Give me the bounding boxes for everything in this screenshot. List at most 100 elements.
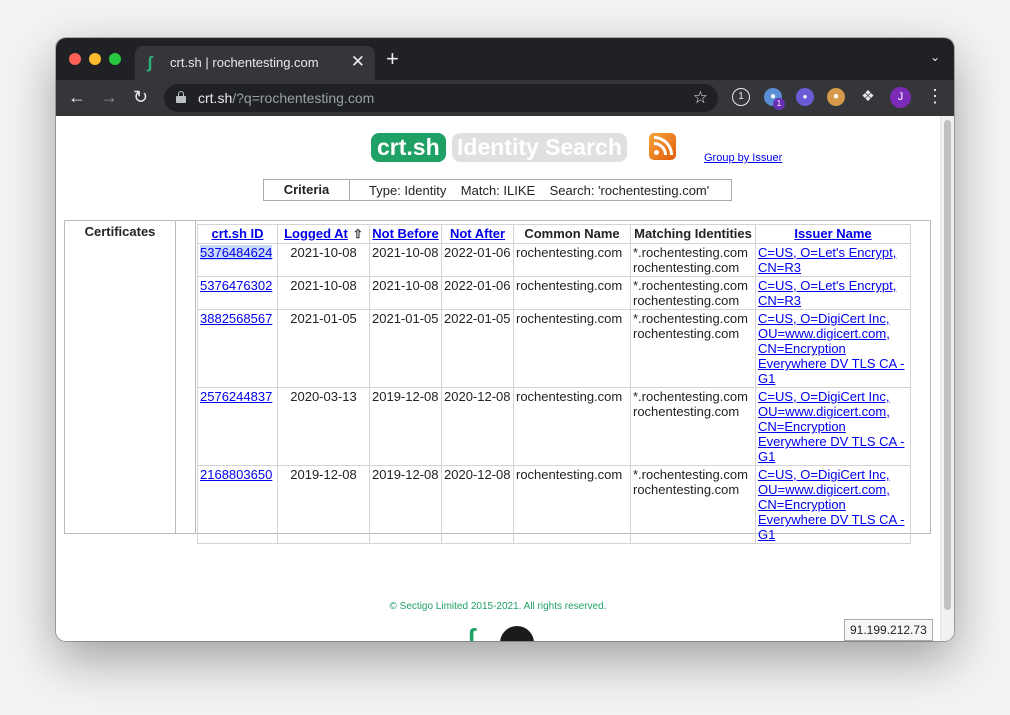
cell-matching-identities: *.rochentesting.com rochentesting.com: [630, 309, 756, 388]
extensions-puzzle-icon[interactable]: ❖: [859, 88, 877, 106]
identity-value: rochentesting.com: [633, 293, 740, 308]
cell-crtsh-id: 5376476302: [197, 276, 278, 310]
certificates-section: Certificates crt.sh ID Logged At ⇧ Not Be…: [64, 220, 931, 544]
browser-window: ʃ crt.sh | rochentesting.com ✕ + ⌄ ← → ↻…: [56, 38, 954, 641]
footer-copyright: © Sectigo Limited 2015-2021. All rights …: [389, 601, 607, 612]
reload-icon[interactable]: ↻: [133, 87, 148, 107]
column-header-not-after[interactable]: Not After: [441, 224, 514, 244]
identity-value: *.rochentesting.com: [633, 311, 748, 326]
identity-value: rochentesting.com: [633, 404, 740, 419]
sort-up-icon: ⇧: [352, 227, 363, 241]
cell-crtsh-id: 5376484624: [197, 243, 278, 277]
cell-not-after: 2020-12-08: [441, 465, 514, 544]
scrollbar-thumb[interactable]: [944, 120, 951, 610]
identity-value: *.rochentesting.com: [633, 245, 748, 260]
identity-value: rochentesting.com: [633, 326, 740, 341]
browser-tab[interactable]: ʃ crt.sh | rochentesting.com ✕: [135, 46, 375, 80]
chevron-down-icon[interactable]: ⌄: [930, 50, 940, 64]
cell-common-name: rochentesting.com: [513, 243, 631, 277]
github-icon[interactable]: [500, 626, 534, 641]
url-text[interactable]: crt.sh/?q=rochentesting.com: [198, 90, 374, 106]
cell-not-after: 2020-12-08: [441, 387, 514, 466]
certificate-id-link[interactable]: 2576244837: [200, 389, 272, 404]
cell-not-before: 2021-10-08: [369, 276, 442, 310]
table-row: 2168803650 2019-12-08 2019-12-08 2020-12-08…: [197, 465, 911, 544]
kebab-menu-icon[interactable]: ⋮: [926, 86, 944, 106]
cell-matching-identities: *.rochentesting.com rochentesting.com: [630, 276, 756, 310]
minimize-window-button[interactable]: [89, 53, 101, 65]
identity-value: rochentesting.com: [633, 482, 740, 497]
column-header-logged-at[interactable]: Logged At ⇧: [277, 224, 370, 244]
onepassword-icon[interactable]: 1: [732, 88, 750, 106]
sectigo-logo-icon[interactable]: ʃ: [467, 625, 489, 641]
cell-crtsh-id: 2168803650: [197, 465, 278, 544]
star-icon[interactable]: ☆: [693, 88, 708, 108]
table-header-row: crt.sh ID Logged At ⇧ Not Before Not Afte…: [197, 224, 911, 244]
cell-matching-identities: *.rochentesting.com rochentesting.com: [630, 243, 756, 277]
cell-matching-identities: *.rochentesting.com rochentesting.com: [630, 387, 756, 466]
identity-value: *.rochentesting.com: [633, 389, 748, 404]
cell-logged-at: 2019-12-08: [277, 465, 370, 544]
client-ip-badge: 91.199.212.73: [844, 619, 933, 641]
group-by-issuer-link[interactable]: Group by Issuer: [704, 152, 782, 164]
identity-value: *.rochentesting.com: [633, 278, 748, 293]
table-row: 5376476302 2021-10-08 2021-10-08 2022-01-06…: [197, 276, 911, 310]
close-icon[interactable]: ✕: [351, 53, 365, 71]
page-content: crt.sh Identity Search Group by Issuer C…: [56, 116, 954, 641]
forward-icon[interactable]: →: [100, 87, 118, 107]
plus-icon[interactable]: +: [386, 48, 399, 70]
address-bar[interactable]: crt.sh/?q=rochentesting.com ☆: [164, 84, 718, 112]
certificate-id-link[interactable]: 3882568567: [200, 311, 272, 326]
lock-icon[interactable]: [176, 91, 186, 103]
close-window-button[interactable]: [69, 53, 81, 65]
back-icon[interactable]: ←: [68, 87, 86, 107]
column-header-issuer-name[interactable]: Issuer Name: [755, 224, 911, 244]
cell-issuer-name: C=US, O=DigiCert Inc, OU=www.digicert.co…: [755, 465, 911, 544]
cell-common-name: rochentesting.com: [513, 309, 631, 388]
column-header-matching-identities: Matching Identities: [630, 224, 756, 244]
cell-common-name: rochentesting.com: [513, 276, 631, 310]
cell-common-name: rochentesting.com: [513, 465, 631, 544]
scrollbar[interactable]: [940, 116, 954, 641]
tab-title: crt.sh | rochentesting.com: [170, 55, 319, 70]
cell-logged-at: 2021-01-05: [277, 309, 370, 388]
cell-not-before: 2019-12-08: [369, 387, 442, 466]
cell-not-after: 2022-01-06: [441, 243, 514, 277]
cell-common-name: rochentesting.com: [513, 387, 631, 466]
criteria-value: Type: Identity Match: ILIKE Search: 'roc…: [369, 183, 710, 198]
cell-logged-at: 2021-10-08: [277, 276, 370, 310]
issuer-link[interactable]: C=US, O=Let's Encrypt, CN=R3: [758, 278, 896, 308]
issuer-link[interactable]: C=US, O=DigiCert Inc, OU=www.digicert.co…: [758, 311, 904, 386]
certificate-id-link[interactable]: 2168803650: [200, 467, 272, 482]
certificate-id-link[interactable]: 5376476302: [200, 278, 272, 293]
issuer-link[interactable]: C=US, O=DigiCert Inc, OU=www.digicert.co…: [758, 467, 904, 542]
rss-icon[interactable]: [649, 133, 676, 160]
column-header-crtsh-id[interactable]: crt.sh ID: [197, 224, 278, 244]
crtsh-logo[interactable]: crt.sh: [371, 133, 446, 162]
table-row: 3882568567 2021-01-05 2021-01-05 2022-01-05…: [197, 309, 911, 388]
url-path: /?q=rochentesting.com: [232, 90, 375, 106]
maximize-window-button[interactable]: [109, 53, 121, 65]
certificate-id-link[interactable]: 5376484624: [200, 245, 273, 260]
cell-issuer-name: C=US, O=Let's Encrypt, CN=R3: [755, 276, 911, 310]
page-title: Identity Search: [452, 133, 627, 162]
criteria-box: Criteria Type: Identity Match: ILIKE Sea…: [263, 179, 732, 201]
criteria-label: Criteria: [264, 180, 350, 200]
cell-not-after: 2022-01-05: [441, 309, 514, 388]
cell-crtsh-id: 3882568567: [197, 309, 278, 388]
tab-bar: ʃ crt.sh | rochentesting.com ✕ + ⌄: [56, 38, 954, 80]
cell-not-after: 2022-01-06: [441, 276, 514, 310]
cell-issuer-name: C=US, O=DigiCert Inc, OU=www.digicert.co…: [755, 387, 911, 466]
column-header-not-before[interactable]: Not Before: [369, 224, 442, 244]
avatar[interactable]: J: [890, 87, 911, 108]
issuer-link[interactable]: C=US, O=Let's Encrypt, CN=R3: [758, 245, 896, 275]
wappalyzer-icon[interactable]: ● 1: [764, 88, 785, 110]
techstack-icon[interactable]: ●: [796, 88, 814, 106]
cell-logged-at: 2021-10-08: [277, 243, 370, 277]
certificates-label: Certificates: [65, 221, 176, 533]
cookie-icon[interactable]: ●: [827, 88, 845, 106]
cell-crtsh-id: 2576244837: [197, 387, 278, 466]
identity-value: rochentesting.com: [633, 260, 740, 275]
browser-toolbar: ← → ↻ crt.sh/?q=rochentesting.com ☆ 1 ● 1…: [56, 80, 954, 116]
issuer-link[interactable]: C=US, O=DigiCert Inc, OU=www.digicert.co…: [758, 389, 904, 464]
